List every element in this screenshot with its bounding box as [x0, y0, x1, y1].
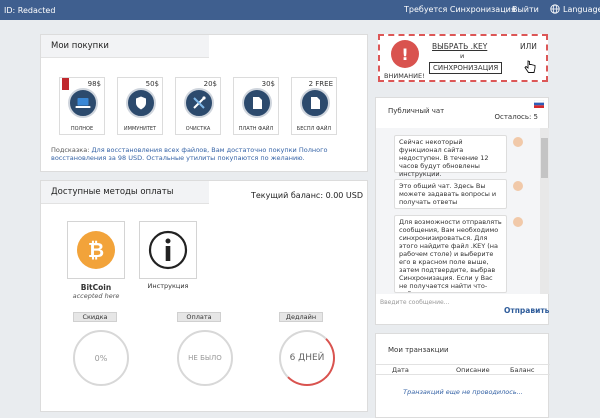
payment-status-value: НЕ БЫЛО	[188, 354, 222, 362]
avatar	[513, 217, 523, 227]
transactions-empty: Транзакций еще не проводилось...	[403, 388, 523, 396]
purchases-panel: Мои покупки 98$ ПОЛНОЕ 50$ ИММУНИТЕТ 20$…	[40, 34, 368, 172]
product-price: 50$	[145, 80, 159, 88]
purchases-hint: Подсказка: Для восстановления всех файло…	[51, 146, 371, 162]
current-balance: Текущий баланс: 0.00 USD	[251, 191, 364, 200]
chat-message: Это общий чат. Здесь Вы можете задавать …	[394, 179, 507, 209]
chat-message-text: Для возможности отправлять сообщения, Ва…	[399, 218, 502, 292]
chat-scrollbar[interactable]	[540, 128, 549, 294]
logout-link[interactable]: Выйти	[512, 5, 539, 14]
product-paid-file[interactable]: 30$ ПЛАТН ФАЙЛ	[233, 77, 279, 135]
chat-message: Для возможности отправлять сообщения, Ва…	[394, 215, 507, 293]
file-icon	[300, 88, 330, 118]
payment-status-label: Оплата	[177, 312, 221, 322]
product-label: ПОЛНОЕ	[70, 126, 94, 132]
laptop-icon	[68, 88, 98, 118]
payment-status-ring: НЕ БЫЛО	[177, 330, 233, 386]
and-text: и	[460, 52, 465, 60]
product-price: 30$	[261, 80, 275, 88]
avatar	[513, 181, 523, 191]
bitcoin-icon: ₿	[77, 231, 115, 269]
sync-required-link[interactable]: Требуется Синхронизация	[404, 5, 516, 14]
bookmark-ribbon-icon	[62, 78, 69, 93]
payment-panel: Доступные методы оплаты Текущий баланс: …	[40, 180, 368, 412]
select-key-link[interactable]: ВЫБРАТЬ .KEY	[432, 42, 487, 51]
product-label: ИММУНИТЕТ	[123, 126, 157, 132]
bitcoin-subtitle: accepted here	[72, 292, 120, 300]
warning-icon: !	[391, 40, 419, 68]
globe-icon	[550, 4, 560, 14]
transactions-panel: Мои транзакции Дата Описание Баланс Тран…	[375, 333, 550, 418]
column-balance: Баланс	[510, 366, 535, 374]
user-id: ID: Redacted	[4, 5, 56, 15]
product-immunity[interactable]: 50$ ИММУНИТЕТ	[117, 77, 163, 135]
product-label: ПЛАТН ФАЙЛ	[238, 126, 274, 132]
top-bar: ID: Redacted Требуется Синхронизация Вый…	[0, 0, 600, 20]
hint-prefix: Подсказка:	[51, 146, 92, 154]
svg-text:!: !	[401, 45, 408, 64]
avatar	[513, 137, 523, 147]
chat-message-text: Это общий чат. Здесь Вы можете задавать …	[399, 182, 497, 206]
chat-remaining: Осталось: 5	[494, 113, 539, 121]
chat-panel: Публичный чат Осталось: 5 Сейчас некотор…	[375, 97, 549, 325]
chat-scrollbar-thumb[interactable]	[541, 138, 548, 178]
deadline-label: Дедлайн	[279, 312, 323, 322]
purchases-title-text: Мои покупки	[51, 41, 109, 51]
chat-title: Публичный чат	[388, 107, 445, 115]
warning-label: ВНИМАНИЕ!	[384, 72, 425, 80]
product-label: ОЧИСТКА	[185, 126, 211, 132]
product-price: 20$	[203, 80, 217, 88]
product-price: 98$	[87, 80, 101, 88]
instruction-option[interactable]	[139, 221, 197, 279]
tools-icon	[184, 88, 214, 118]
chat-send-button[interactable]: Отправить	[504, 306, 549, 315]
sync-button[interactable]: СИНХРОНИЗАЦИЯ	[429, 62, 503, 74]
discount-value: 0%	[94, 353, 108, 363]
product-free-file[interactable]: 2 FREE БЕСПЛ ФАЙЛ	[291, 77, 337, 135]
transactions-header: Дата Описание Баланс	[376, 364, 550, 375]
info-icon	[148, 230, 188, 270]
language-selector[interactable]: Language	[550, 4, 600, 14]
svg-text:₿: ₿	[88, 238, 104, 262]
chat-message-text: Сейчас некоторый функционал сайта недост…	[399, 138, 489, 178]
russian-flag-icon	[534, 100, 544, 108]
transactions-title: Мои транзакции	[388, 346, 449, 354]
deadline-ring: 6 ДНЕЙ	[279, 330, 335, 386]
product-full-recovery[interactable]: 98$ ПОЛНОЕ	[59, 77, 105, 135]
deadline-value: 6 ДНЕЙ	[289, 353, 325, 363]
payment-title-text: Доступные методы оплаты	[51, 187, 174, 197]
hint-text: Для восстановления всех файлов, Вам дост…	[51, 146, 328, 162]
purchases-title: Мои покупки	[41, 35, 209, 58]
file-icon	[242, 88, 272, 118]
column-date: Дата	[392, 366, 409, 374]
payment-title: Доступные методы оплаты	[41, 181, 209, 204]
column-description: Описание	[456, 366, 490, 374]
cursor-hand-icon	[524, 60, 536, 73]
or-text: ИЛИ	[520, 42, 537, 51]
discount-ring: 0%	[73, 330, 129, 386]
chat-input[interactable]: Введите сообщение...	[380, 299, 500, 306]
key-sync-panel: ! ВНИМАНИЕ! ВЫБРАТЬ .KEY и СИНХРОНИЗАЦИЯ…	[378, 34, 548, 82]
bitcoin-option[interactable]: ₿	[67, 221, 125, 279]
product-price: 2 FREE	[308, 80, 333, 88]
bitcoin-name: BitCoin	[80, 283, 112, 292]
instruction-label: Инструкция	[147, 282, 189, 290]
product-label: БЕСПЛ ФАЙЛ	[296, 126, 332, 132]
discount-label: Скидка	[73, 312, 117, 322]
language-label: Language	[563, 4, 600, 14]
product-cleanup[interactable]: 20$ ОЧИСТКА	[175, 77, 221, 135]
shield-icon	[126, 88, 156, 118]
chat-message: Сейчас некоторый функционал сайта недост…	[394, 135, 507, 178]
